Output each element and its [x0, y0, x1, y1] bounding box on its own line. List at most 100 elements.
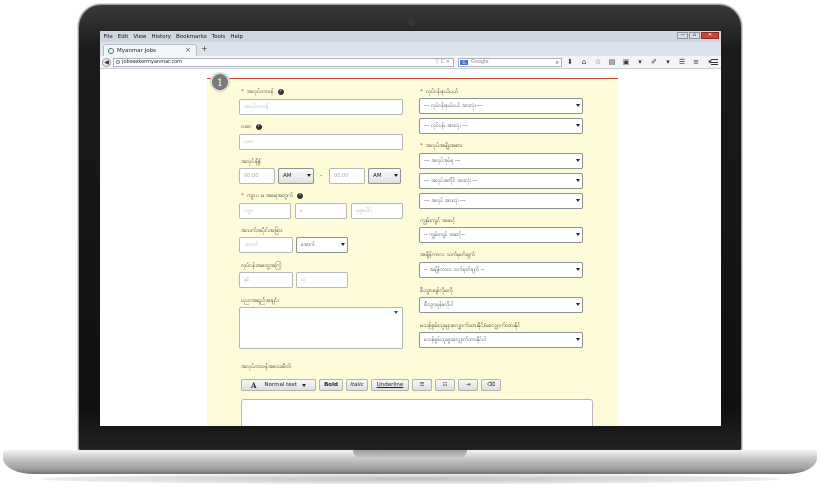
experience-months-input[interactable]: လ: [296, 272, 348, 288]
bookmark-star-icon[interactable]: ☆: [594, 58, 602, 67]
age-range-label: အသက်အပိုင်းအခြား: [241, 228, 283, 234]
deadline-label: အချိန်ကာလ သက်မှတ်ချက်: [420, 252, 475, 258]
resize-arrow-icon: [394, 311, 398, 314]
start-ampm-select[interactable]: AM: [278, 168, 314, 184]
travel-label: စီးသွားရန်လိုမလို: [420, 288, 453, 294]
headcount-label: * ကျား ၊ မ အရေအတွက်?: [241, 192, 303, 199]
menu-help[interactable]: Help: [228, 34, 246, 40]
chevron-down-icon: [301, 383, 306, 387]
salary-input[interactable]: လစာ: [239, 134, 403, 150]
job-details-label: အလုပ်တာဝန်အသေးစိတ်: [241, 364, 291, 370]
search-bar[interactable]: G Google ⌕: [458, 58, 562, 67]
total-count-input[interactable]: စုစုပေါင်း: [351, 203, 403, 219]
search-placeholder: Google: [471, 59, 489, 65]
italic-button[interactable]: Italic: [346, 379, 368, 391]
female-count-input[interactable]: မ: [295, 203, 347, 219]
menu-bar: File Edit View History Bookmarks Tools H…: [100, 31, 721, 42]
industry-select[interactable]: --- လုပ်ငန်းနယ်ပယ် အားလုံး ---: [419, 98, 583, 114]
extension-dropdown-icon[interactable]: ▾: [636, 58, 644, 67]
url-controls[interactable]: ▽ C ✕: [435, 59, 450, 66]
deadline-select[interactable]: -- အချိန်ကာလ သက်မှတ်ချက် --: [419, 262, 583, 278]
step-number-badge: 1: [210, 72, 230, 92]
navigation-bar: ◀ jobseekermyanmar.com ▽ C ✕ G Google ⌕ …: [100, 56, 721, 69]
disability-label: မသန်စွမ်းသူများလျှောက်ထားနိုင်/မလျှောက်ထ…: [420, 323, 521, 329]
tab-myanmar-jobs[interactable]: Myanmar Jobs ×: [103, 44, 197, 56]
education-textarea[interactable]: [239, 307, 403, 349]
job-post-page: 1 * အလုပ်တာဝန်? အလုပ်တာဝန် လစာ? လစာ အလုပ်…: [207, 69, 618, 426]
job-details-editor[interactable]: [241, 399, 593, 426]
indent-button[interactable]: ⇥: [458, 379, 478, 391]
industry-label: * လုပ်ငန်းနယ်ပယ်: [420, 89, 458, 95]
bookmarks-list-icon[interactable]: ▤: [608, 58, 616, 67]
webcam: [408, 19, 415, 26]
bullet-list-icon: ☰: [419, 382, 425, 388]
pen-dropdown-icon[interactable]: ▾: [664, 58, 672, 67]
tab-title: Myanmar Jobs: [117, 47, 156, 54]
font-icon: A: [251, 380, 257, 390]
job-title-input[interactable]: အလုပ်တာဝန်: [239, 99, 403, 115]
headcount-help-icon[interactable]: ?: [296, 192, 303, 199]
menu-history[interactable]: History: [149, 34, 174, 40]
job-title-label: * အလုပ်တာဝန်?: [241, 88, 284, 95]
page-content: 1 * အလုပ်တာဝန်? အလုပ်တာဝန် လစာ? လစာ အလုပ်…: [100, 69, 721, 426]
job-select[interactable]: --- အလုပ် အားလုံး ---: [419, 193, 583, 209]
experience-label: လုပ်ငန်းအတွေ့အကြုံ: [241, 263, 282, 269]
search-engine-icon[interactable]: G: [460, 60, 468, 65]
male-count-input[interactable]: ကျား: [239, 203, 291, 219]
indent-icon: ⇥: [465, 382, 471, 388]
site-identity-icon[interactable]: [116, 60, 120, 64]
start-time-input[interactable]: 00:00: [239, 168, 275, 184]
reader-icon[interactable]: ☰: [678, 58, 686, 67]
job-group-select[interactable]: --- အလုပ်အုပ်စု ---: [419, 153, 583, 169]
search-icon[interactable]: ⌕: [556, 59, 559, 66]
bullet-list-button[interactable]: ☰: [412, 379, 432, 391]
downloads-icon[interactable]: ⬇: [566, 58, 574, 67]
toolbar-icons: ⬇ ⌂ ☆ ▤ ▣ ▾ ✐ ▾ ☰ ≡ ▾: [566, 58, 714, 67]
laptop-notch: [353, 450, 467, 458]
tab-close-icon[interactable]: ×: [185, 46, 191, 54]
back-button[interactable]: ◀: [102, 58, 111, 67]
end-time-input[interactable]: 00:00: [329, 168, 365, 184]
pen-tool-icon[interactable]: ✐: [650, 58, 658, 67]
skill-level-label: ကျွမ်းကျင် အဆင့်: [420, 218, 456, 224]
list-icon[interactable]: ≡: [692, 58, 700, 67]
numbered-list-button[interactable]: ☷: [435, 379, 455, 391]
window-controls: — ▫ ✕: [677, 32, 719, 39]
new-tab-button[interactable]: +: [201, 44, 208, 53]
age-bound-select[interactable]: အောက်: [296, 237, 348, 253]
end-ampm-select[interactable]: AM: [368, 168, 401, 184]
url-text: jobseekermyanmar.com: [122, 59, 183, 65]
job-title-help-icon[interactable]: ?: [277, 88, 284, 95]
job-category-label: * အလုပ်အမျိုးအစား: [420, 143, 463, 149]
close-window-button[interactable]: ✕: [701, 32, 719, 39]
job-position-select[interactable]: --- အလုပ်အကိုင် အားလုံး ---: [419, 173, 583, 189]
laptop-shadow: [40, 474, 780, 484]
text-style-dropdown[interactable]: A Normal text: [241, 379, 316, 391]
maximize-button[interactable]: ▫: [689, 32, 700, 39]
home-icon[interactable]: ⌂: [580, 58, 588, 67]
menu-edit[interactable]: Edit: [115, 34, 131, 40]
menu-tools[interactable]: Tools: [209, 34, 228, 40]
salary-label: လစာ?: [241, 123, 262, 130]
minimize-button[interactable]: —: [677, 32, 688, 39]
extension-icon[interactable]: ▣: [622, 58, 630, 67]
menu-file[interactable]: File: [101, 34, 115, 40]
skill-level-select[interactable]: -- ကျွမ်းကျင် အဆင့်--: [419, 227, 583, 243]
travel-select[interactable]: စီးသွားရန်မလိုပါ: [419, 297, 583, 313]
business-select[interactable]: --- လုပ်ငန်း အားလုံး ---: [419, 118, 583, 134]
menu-view[interactable]: View: [131, 34, 149, 40]
url-bar[interactable]: jobseekermyanmar.com ▽ C ✕: [113, 58, 454, 67]
clear-format-button[interactable]: ⌫: [481, 379, 501, 391]
bold-button[interactable]: Bold: [319, 379, 343, 391]
screen: File Edit View History Bookmarks Tools H…: [100, 31, 721, 426]
hamburger-menu-icon[interactable]: [711, 59, 718, 67]
age-input[interactable]: အသက်: [239, 237, 293, 253]
editor-toolbar: A Normal text Bold Italic Underline ☰ ☷ …: [241, 379, 501, 391]
disability-select[interactable]: မသန်စွမ်းသူများလျှောက်ထားနိုင်ပါ: [419, 332, 583, 348]
experience-years-input[interactable]: နှစ်: [239, 272, 293, 288]
tab-strip: Myanmar Jobs × +: [100, 42, 721, 56]
menu-bookmarks[interactable]: Bookmarks: [174, 34, 210, 40]
salary-help-icon[interactable]: ?: [255, 123, 262, 130]
site-favicon-icon: [108, 47, 114, 54]
underline-button[interactable]: Underline: [371, 379, 409, 391]
